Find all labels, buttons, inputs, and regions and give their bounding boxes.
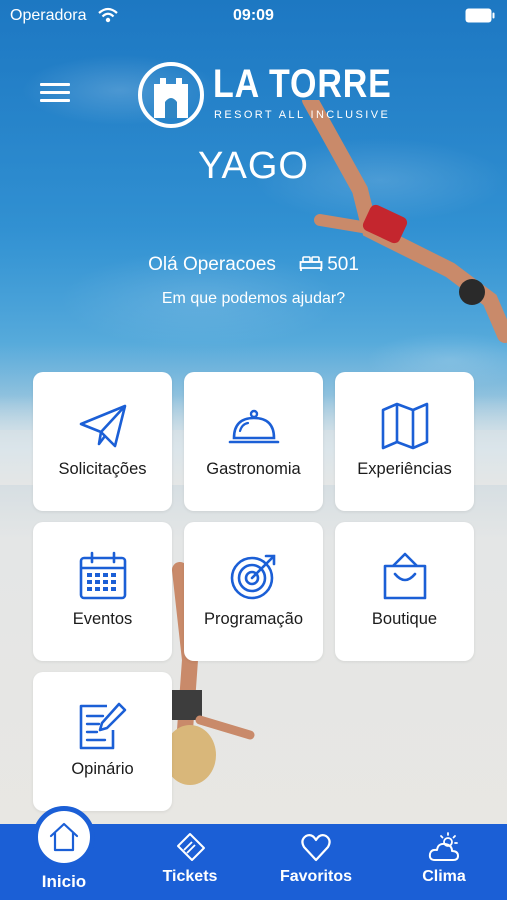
tab-tickets[interactable]: Tickets: [127, 824, 253, 900]
tab-favoritos[interactable]: Favoritos: [253, 824, 379, 900]
help-prompt: Em que podemos ajudar?: [161, 290, 346, 307]
calendar-icon: [79, 551, 127, 600]
tile-label: Boutique: [371, 610, 438, 628]
tile-label: Gastronomia: [206, 460, 301, 478]
home-button[interactable]: [33, 806, 95, 868]
heart-icon: [301, 834, 331, 862]
tile-label: Opinário: [71, 760, 134, 778]
bed-icon: [299, 256, 323, 271]
shopping-bag-icon: [383, 552, 427, 600]
tile-label: Solicitações: [58, 460, 147, 478]
cloche-icon: [228, 409, 280, 444]
tab-label: Inicio: [41, 872, 87, 891]
tile-label: Experiências: [357, 460, 452, 478]
map-icon: [381, 402, 429, 450]
tile-solicitacoes[interactable]: Solicitações: [33, 372, 172, 511]
battery-icon: [465, 8, 495, 23]
greeting-text: Olá Operacoes: [148, 254, 276, 275]
paper-plane-icon: [79, 404, 127, 448]
logo-title: LA TORRE: [213, 62, 392, 106]
tile-opinario[interactable]: Opinário: [33, 672, 172, 811]
swimmer-figure: [302, 100, 507, 343]
user-name: YAGO: [198, 145, 309, 187]
home-icon: [49, 822, 79, 852]
hamburger-menu-icon[interactable]: [40, 83, 70, 107]
logo-subtitle: RESORT ALL INCLUSIVE: [214, 109, 391, 121]
tile-programacao[interactable]: Programação: [184, 522, 323, 661]
status-bar: Operadora 09:09: [0, 0, 507, 32]
tab-clima[interactable]: Clima: [381, 824, 507, 900]
tile-label: Programação: [203, 610, 304, 628]
tile-experiencias[interactable]: Experiências: [335, 372, 474, 511]
clock: 09:09: [233, 7, 274, 24]
weather-icon: [428, 832, 459, 861]
tab-label: Tickets: [162, 868, 218, 885]
room-number: 501: [299, 254, 359, 276]
resort-logo: LA TORRE RESORT ALL INCLUSIVE: [137, 60, 391, 130]
greeting-row: Olá Operacoes 501: [0, 254, 507, 276]
room-number-text: 501: [327, 254, 359, 275]
tile-boutique[interactable]: Boutique: [335, 522, 474, 661]
tab-label: Clima: [422, 868, 466, 885]
tile-gastronomia[interactable]: Gastronomia: [184, 372, 323, 511]
ticket-icon: [177, 833, 205, 861]
target-icon: [230, 554, 276, 600]
tower-emblem-icon: [138, 62, 204, 128]
tile-label: Eventos: [72, 610, 133, 628]
edit-document-icon: [79, 702, 127, 750]
tab-label: Favoritos: [279, 868, 352, 885]
tile-eventos[interactable]: Eventos: [33, 522, 172, 661]
